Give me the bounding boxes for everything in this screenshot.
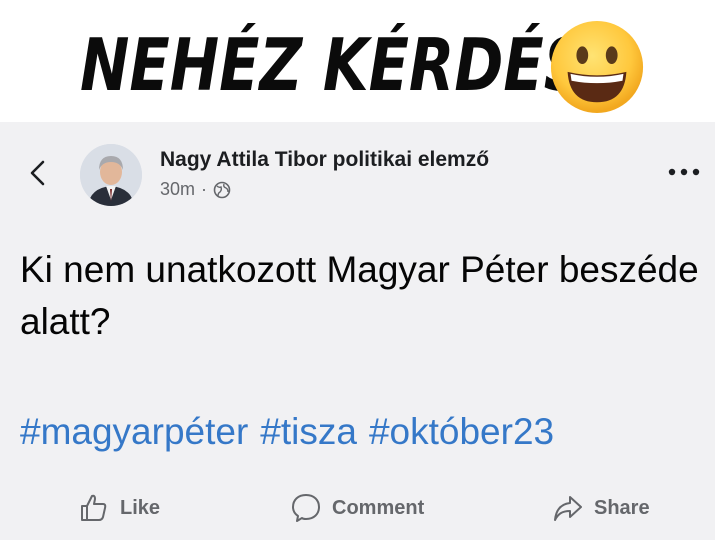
more-options-icon[interactable] [664,162,704,182]
share-label: Share [594,496,650,519]
post-body-text: Ki nem unatkozott Magyar Péter beszéde a… [20,249,699,342]
headline-banner: NEHÉZ KÉRDÉS [0,0,715,122]
comment-button[interactable]: Comment [290,492,424,524]
hashtag-link[interactable]: #magyarpéter [20,411,248,452]
author-avatar[interactable] [80,144,142,206]
thumbs-up-icon [81,494,107,521]
back-chevron-icon[interactable] [24,158,54,188]
share-button[interactable]: Share [552,492,650,524]
comment-label: Comment [332,496,425,519]
comment-bubble-icon [292,494,320,522]
facebook-post: Nagy Attila Tibor politikai elemző 30m ·… [0,122,715,540]
post-action-bar: Like Comment Share [0,484,715,534]
post-meta: 30m · [160,179,231,200]
grinning-face-emoji-icon [550,20,644,114]
like-button[interactable]: Like [78,492,160,524]
hashtag-link[interactable]: #tisza [260,411,357,452]
post-time[interactable]: 30m [160,179,195,200]
author-name[interactable]: Nagy Attila Tibor politikai elemző [160,148,489,172]
meta-separator: · [201,179,208,199]
hashtag-link[interactable]: #október23 [369,411,554,452]
hashtag-list: #magyarpéter #tisza #október23 [20,411,566,453]
avatar-photo [80,144,142,206]
like-label: Like [120,496,161,519]
headline-title: NEHÉZ KÉRDÉS [80,23,587,107]
globe-icon [213,181,231,198]
share-arrow-icon [554,496,582,521]
